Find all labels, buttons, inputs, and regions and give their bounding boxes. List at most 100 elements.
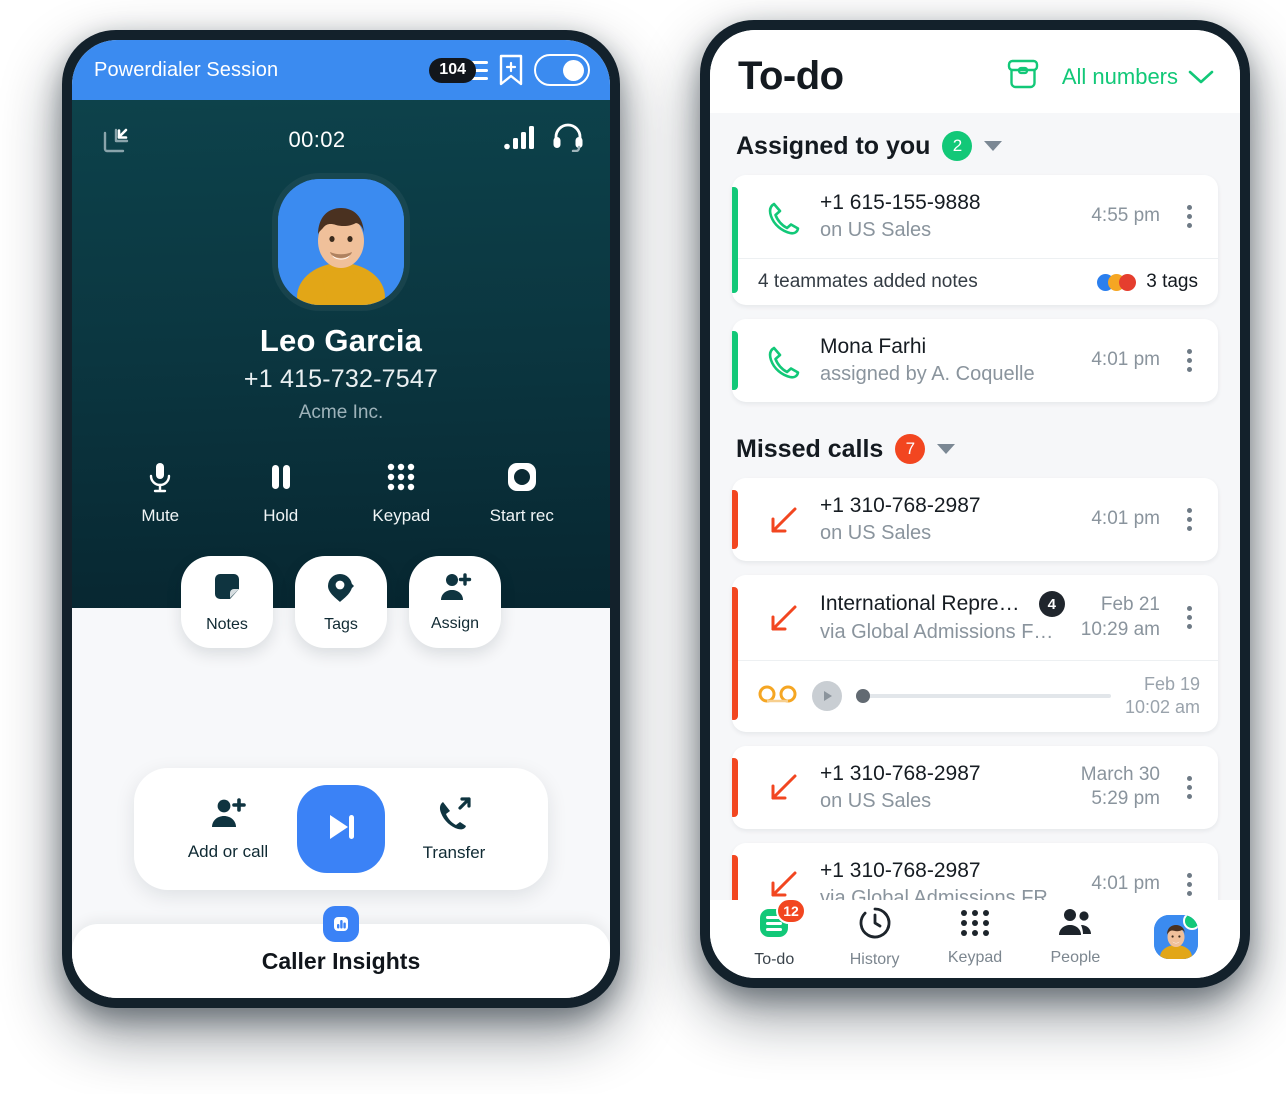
todo-card-missed-3[interactable]: +1 310-768-2987 on US Sales March 30 5:2… — [732, 745, 1218, 829]
todo-card-assigned-2[interactable]: Mona Farhi assigned by A. Coquelle 4:01 … — [732, 319, 1218, 402]
nav-tab-history[interactable]: History — [824, 906, 924, 969]
mute-label: Mute — [141, 506, 180, 525]
kebab-menu-icon[interactable] — [1176, 872, 1202, 896]
card-main-row[interactable]: Mona Farhi assigned by A. Coquelle 4:01 … — [732, 319, 1218, 402]
notes-button[interactable]: Notes — [181, 556, 273, 648]
all-numbers-label: All numbers — [1061, 63, 1178, 89]
nav-label-history: History — [849, 950, 900, 968]
screenshot-stage: Powerdialer Session 104 00:02 Leo Garcia… — [0, 0, 1286, 1094]
caret-down-icon[interactable] — [984, 141, 1003, 151]
todo-card-missed-1[interactable]: +1 310-768-2987 on US Sales 4:01 pm — [732, 478, 1218, 561]
transfer-label: Transfer — [422, 842, 486, 862]
kebab-menu-icon[interactable] — [1176, 606, 1202, 629]
nav-tab-people[interactable]: People — [1025, 908, 1125, 967]
play-icon[interactable] — [812, 681, 842, 712]
card-subtitle: via Global Admissions FR — [820, 886, 1048, 900]
section-header-missed[interactable]: Missed calls 7 — [732, 416, 1218, 478]
next-call-button[interactable] — [297, 785, 385, 873]
todo-card-missed-4[interactable]: +1 310-768-2987 via Global Admissions FR… — [732, 842, 1218, 900]
quick-actions-row: Notes Tags Assign — [72, 556, 610, 648]
card-texts: +1 310-768-2987 via Global Admissions FR — [820, 859, 1075, 900]
card-main-row[interactable]: +1 615-155-9888 on US Sales 4:55 pm — [732, 175, 1218, 258]
voicemail-progress-slider[interactable] — [856, 688, 1111, 704]
section-header-assigned[interactable]: Assigned to you 2 — [732, 113, 1218, 175]
slider-thumb[interactable] — [856, 689, 870, 704]
archive-icon[interactable] — [1006, 58, 1040, 95]
bookmark-add-icon[interactable] — [498, 54, 524, 86]
voicemail-clock: 10:02 am — [1124, 697, 1200, 718]
card-subtitle: on US Sales — [820, 219, 932, 241]
missed-call-icon — [762, 602, 804, 634]
minimize-icon[interactable] — [102, 126, 130, 154]
kebab-menu-icon[interactable] — [1176, 775, 1202, 799]
todo-header: To-do All numbers — [710, 30, 1240, 113]
user-avatar[interactable] — [1153, 915, 1198, 959]
card-clock: 5:29 pm — [1091, 788, 1160, 810]
card-main-row[interactable]: +1 310-768-2987 via Global Admissions FR… — [732, 843, 1218, 900]
section-title: Assigned to you — [736, 131, 931, 160]
queue-count-badge: 104 — [429, 57, 476, 83]
card-title: International Representat... 4 — [820, 591, 1065, 617]
caller-insights-bar[interactable]: Caller Insights — [72, 906, 610, 998]
caret-down-icon[interactable] — [937, 444, 956, 454]
transfer-button[interactable]: Transfer — [394, 796, 514, 863]
session-toggle[interactable] — [534, 54, 590, 86]
card-time: Feb 21 10:29 am — [1081, 593, 1160, 642]
record-icon — [462, 458, 583, 496]
status-icons — [504, 122, 584, 157]
voicemail-date: Feb 19 — [1143, 674, 1200, 694]
status-accent-bar — [732, 854, 738, 900]
people-icon — [1057, 908, 1093, 943]
header-actions: All numbers — [1006, 58, 1214, 95]
nav-tab-todo[interactable]: 12 To-do — [724, 897, 824, 969]
card-texts: Mona Farhi assigned by A. Coquelle — [820, 335, 1075, 386]
call-control-bar: Add or call Transfer — [134, 768, 548, 890]
card-title-text: +1 310-768-2987 — [820, 494, 981, 517]
add-or-call-button[interactable]: Add or call — [168, 797, 288, 862]
card-main-row[interactable]: +1 310-768-2987 on US Sales March 30 5:2… — [732, 746, 1218, 829]
call-actions-row: Mute Hold Keypad Start rec — [72, 458, 610, 526]
tag-icon — [325, 571, 357, 608]
start-rec-label: Start rec — [489, 506, 554, 525]
tags-button[interactable]: Tags — [295, 556, 387, 648]
card-time: 4:01 pm — [1091, 872, 1160, 894]
powerdialer-call-body: 00:02 Leo Garcia +1 415-732-7547 Acme In… — [72, 100, 610, 998]
card-title: +1 310-768-2987 — [820, 859, 1075, 883]
assign-button[interactable]: Assign — [409, 556, 501, 648]
todo-badge: 12 — [776, 897, 806, 924]
mute-button[interactable]: Mute — [100, 458, 221, 526]
card-main-row[interactable]: International Representat... 4 via Globa… — [732, 575, 1218, 660]
card-texts: +1 615-155-9888 on US Sales — [820, 191, 1075, 242]
card-footer[interactable]: 4 teammates added notes 3 tags — [732, 258, 1218, 305]
notes-label: Notes — [206, 615, 248, 633]
all-numbers-filter[interactable]: All numbers — [1062, 64, 1214, 90]
person-add-icon — [209, 797, 247, 833]
keypad-label: Keypad — [372, 506, 431, 525]
voicemail-player[interactable]: Feb 19 10:02 am — [732, 660, 1218, 732]
todo-list[interactable]: Assigned to you 2 +1 615-155-9888 on US … — [710, 113, 1240, 900]
headset-icon[interactable] — [552, 122, 584, 157]
queue-menu-group[interactable]: 104 — [429, 57, 488, 83]
tags-count-label: 3 tags — [1146, 271, 1198, 292]
nav-tab-profile[interactable] — [1126, 915, 1226, 959]
card-main-row[interactable]: +1 310-768-2987 on US Sales 4:01 pm — [732, 478, 1218, 561]
card-texts: International Representat... 4 via Globa… — [820, 591, 1065, 644]
nav-tab-keypad[interactable]: Keypad — [925, 908, 1025, 967]
keypad-button[interactable]: Keypad — [341, 458, 462, 526]
start-rec-button[interactable]: Start rec — [462, 458, 583, 526]
powerdialer-bottom-sheet: Notes Tags Assign Add or call Transfer C… — [72, 556, 610, 998]
powerdialer-title: Powerdialer Session — [94, 58, 279, 81]
todo-card-missed-2[interactable]: International Representat... 4 via Globa… — [732, 575, 1218, 732]
tags-label: Tags — [324, 615, 358, 633]
kebab-menu-icon[interactable] — [1176, 508, 1202, 531]
hold-button[interactable]: Hold — [221, 458, 342, 526]
card-time: 4:01 pm — [1091, 508, 1160, 530]
pause-icon — [221, 458, 342, 496]
todo-card-assigned-1[interactable]: +1 615-155-9888 on US Sales 4:55 pm 4 te… — [732, 175, 1218, 305]
tags-summary[interactable]: 3 tags — [1097, 271, 1198, 293]
card-date: Feb 21 — [1100, 593, 1160, 615]
status-accent-bar — [732, 587, 738, 720]
tag-color-dots — [1097, 273, 1137, 291]
kebab-menu-icon[interactable] — [1176, 205, 1202, 228]
kebab-menu-icon[interactable] — [1176, 349, 1202, 372]
